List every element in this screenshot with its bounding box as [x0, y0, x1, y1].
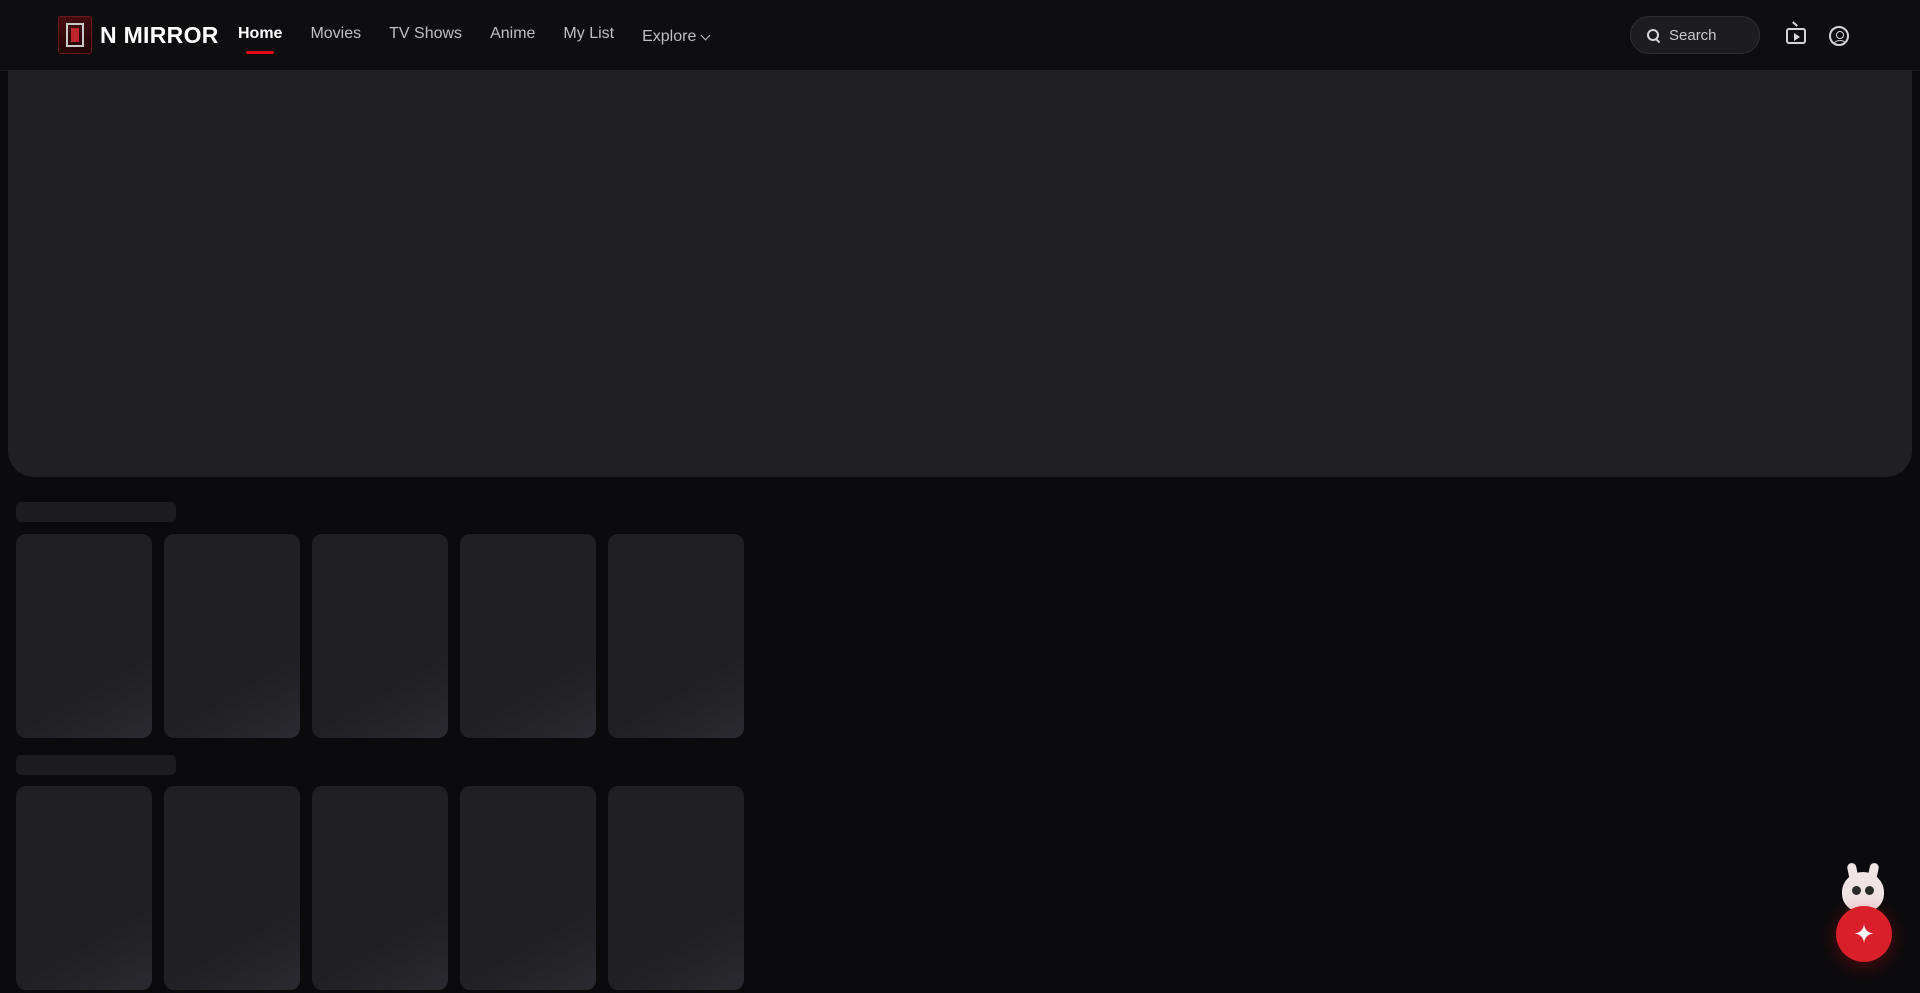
nav-anime[interactable]: Anime: [490, 25, 535, 43]
poster-card-skeleton: [164, 534, 300, 738]
nav-tv-shows[interactable]: TV Shows: [389, 25, 462, 43]
row-title-skeleton: [16, 755, 176, 775]
poster-card-skeleton: [608, 534, 744, 738]
mascot-ear: [1846, 862, 1859, 880]
hero-banner-skeleton: [8, 70, 1912, 477]
sparkle-icon: ✦: [1853, 919, 1875, 949]
search-button[interactable]: Search: [1630, 16, 1760, 54]
logo-icon: [58, 16, 92, 54]
nav-home[interactable]: Home: [238, 25, 282, 54]
poster-card-skeleton: [312, 534, 448, 738]
user-icon[interactable]: [1829, 26, 1849, 46]
nav-movies[interactable]: Movies: [310, 25, 361, 43]
mascot-ear: [1867, 862, 1880, 880]
page: N MIRROR Home Movies TV Shows Anime My L…: [0, 0, 1920, 993]
top-navbar: N MIRROR Home Movies TV Shows Anime My L…: [0, 0, 1920, 71]
nav-my-list[interactable]: My List: [563, 25, 614, 43]
mascot-eye: [1852, 886, 1861, 895]
nav-explore-dropdown[interactable]: Explore: [642, 28, 711, 46]
nav-explore-label: Explore: [642, 28, 697, 45]
poster-card-skeleton: [164, 786, 300, 990]
tv-icon[interactable]: [1786, 28, 1806, 44]
search-icon: [1647, 29, 1659, 41]
poster-card-skeleton: [16, 786, 152, 990]
logo[interactable]: N MIRROR: [58, 16, 219, 54]
brand-name: N MIRROR: [100, 21, 219, 48]
poster-card-skeleton: [608, 786, 744, 990]
chevron-down-icon: [700, 30, 711, 41]
poster-card-skeleton: [460, 534, 596, 738]
poster-card-skeleton: [312, 786, 448, 990]
row-title-skeleton: [16, 502, 176, 522]
poster-card-skeleton: [460, 786, 596, 990]
mascot-eye: [1865, 886, 1874, 895]
assistant-fab-button[interactable]: ✦: [1836, 906, 1892, 962]
poster-card-skeleton: [16, 534, 152, 738]
main-nav: Home Movies TV Shows Anime My List Explo…: [238, 22, 737, 54]
search-placeholder: Search: [1669, 26, 1717, 44]
